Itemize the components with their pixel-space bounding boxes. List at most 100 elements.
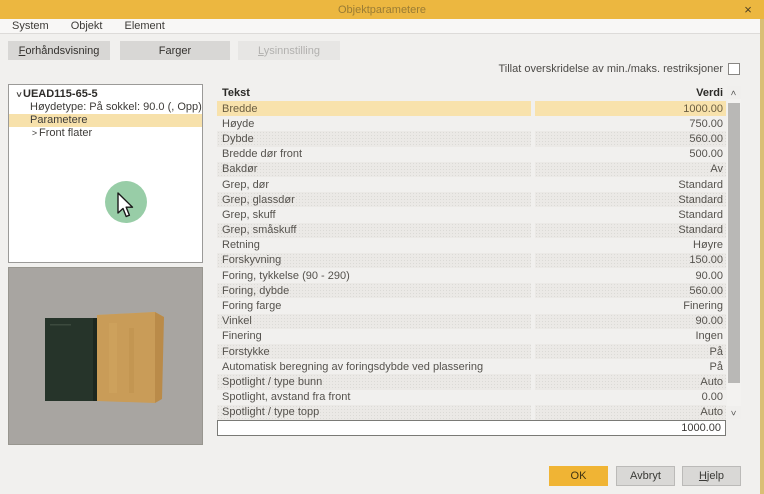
column-header-tekst: Tekst	[217, 87, 250, 99]
row-value-cell[interactable]: Auto	[535, 405, 726, 420]
row-value-cell[interactable]: Standard	[535, 192, 726, 207]
ok-button[interactable]: OK	[549, 466, 608, 486]
row-value-cell[interactable]: Ingen	[535, 329, 726, 344]
table-row[interactable]: Grep, glassdør Standard	[217, 192, 726, 207]
table-row[interactable]: Bredde dør front 500.00	[217, 147, 726, 162]
table-row[interactable]: Finering Ingen	[217, 329, 726, 344]
row-label-cell[interactable]: Grep, glassdør	[217, 192, 531, 207]
row-value-cell[interactable]: På	[535, 344, 726, 359]
table-row[interactable]: Høyde 750.00	[217, 116, 726, 131]
object-parameters-dialog: Objektparametere × System Objekt Element…	[0, 0, 764, 494]
row-value-cell[interactable]: 500.00	[535, 147, 726, 162]
chevron-down-icon[interactable]: >	[12, 90, 25, 99]
table-scrollbar[interactable]: > >	[727, 86, 741, 419]
row-value-cell[interactable]: Av	[535, 162, 726, 177]
row-label-cell[interactable]: Bredde dør front	[217, 147, 531, 162]
row-value-cell[interactable]: Høyre	[535, 238, 726, 253]
table-row[interactable]: Foring, tykkelse (90 - 290) 90.00	[217, 268, 726, 283]
override-restrictions-checkbox[interactable]	[728, 63, 740, 75]
column-header-verdi: Verdi	[696, 87, 726, 99]
row-label-cell[interactable]: Retning	[217, 238, 531, 253]
row-label-cell[interactable]: Finering	[217, 329, 531, 344]
help-button[interactable]: Hjelp	[682, 466, 741, 486]
tab-farger[interactable]: Farger	[120, 41, 230, 60]
table-row[interactable]: Bredde 1000.00	[217, 101, 726, 116]
row-label-cell[interactable]: Spotlight, avstand fra front	[217, 390, 531, 405]
object-tree-panel: > UEAD115-65-5 Høydetype: På sokkel: 90.…	[8, 84, 203, 263]
row-label-cell[interactable]: Automatisk beregning av foringsdybde ved…	[217, 359, 531, 374]
mouse-cursor-icon	[116, 192, 134, 219]
row-label-cell[interactable]: Forstykke	[217, 344, 531, 359]
cancel-button[interactable]: Avbryt	[616, 466, 675, 486]
table-row[interactable]: Dybde 560.00	[217, 131, 726, 146]
menu-item-objekt[interactable]: Objekt	[71, 20, 103, 32]
row-label-cell[interactable]: Grep, skuff	[217, 207, 531, 222]
menu-item-element[interactable]: Element	[124, 20, 164, 32]
chevron-up-icon: >	[729, 90, 739, 95]
row-value-cell[interactable]: Standard	[535, 223, 726, 238]
tree-item-hoydetype[interactable]: Høydetype: På sokkel: 90.0 (, Opp)	[9, 101, 202, 114]
window-title: Objektparametere	[338, 4, 426, 16]
tree-item-front-flater[interactable]: > Front flater	[9, 127, 202, 140]
preview-panel	[8, 267, 203, 445]
table-row[interactable]: Forskyvning 150.00	[217, 253, 726, 268]
table-row[interactable]: Forstykke På	[217, 344, 726, 359]
row-label-cell[interactable]: Grep, småskuff	[217, 223, 531, 238]
table-row[interactable]: Spotlight / type bunn Auto	[217, 374, 726, 389]
row-label-cell[interactable]: Bredde	[217, 101, 531, 116]
table-row[interactable]: Automatisk beregning av foringsdybde ved…	[217, 359, 726, 374]
row-value-cell[interactable]: 1000.00	[535, 101, 726, 116]
chevron-right-icon[interactable]: >	[30, 127, 39, 140]
tree-item-parametere[interactable]: Parametere	[9, 114, 202, 127]
row-value-cell[interactable]: Standard	[535, 207, 726, 222]
table-row[interactable]: Grep, dør Standard	[217, 177, 726, 192]
row-label-cell[interactable]: Høyde	[217, 116, 531, 131]
row-value-cell[interactable]: 150.00	[535, 253, 726, 268]
row-value-cell[interactable]: 90.00	[535, 268, 726, 283]
table-row[interactable]: Vinkel 90.00	[217, 314, 726, 329]
row-label-cell[interactable]: Bakdør	[217, 162, 531, 177]
row-label-cell[interactable]: Foring, tykkelse (90 - 290)	[217, 268, 531, 283]
window-titlebar: Objektparametere ×	[0, 0, 764, 19]
row-value-cell[interactable]: Auto	[535, 374, 726, 389]
row-value-cell[interactable]: 90.00	[535, 314, 726, 329]
row-value-cell[interactable]: 560.00	[535, 131, 726, 146]
row-value-cell[interactable]: 0.00	[535, 390, 726, 405]
table-row[interactable]: Spotlight / type topp Auto	[217, 405, 726, 420]
row-label-cell[interactable]: Foring farge	[217, 298, 531, 313]
row-value-cell[interactable]: På	[535, 359, 726, 374]
scrollbar-thumb[interactable]	[728, 103, 740, 383]
window-right-border	[760, 19, 764, 494]
table-row[interactable]: Bakdør Av	[217, 162, 726, 177]
menu-item-system[interactable]: System	[12, 20, 49, 32]
table-row[interactable]: Foring, dybde 560.00	[217, 283, 726, 298]
table-row[interactable]: Retning Høyre	[217, 238, 726, 253]
chevron-down-icon: >	[729, 410, 739, 415]
override-restrictions-row: Tillat overskridelse av min./maks. restr…	[498, 63, 740, 75]
table-row[interactable]: Foring farge Finering	[217, 298, 726, 313]
row-value-cell[interactable]: 750.00	[535, 116, 726, 131]
row-value-cell[interactable]: Standard	[535, 177, 726, 192]
row-label-cell[interactable]: Forskyvning	[217, 253, 531, 268]
row-label-cell[interactable]: Grep, dør	[217, 177, 531, 192]
scroll-up-button[interactable]: >	[727, 86, 741, 99]
row-value-cell[interactable]: Finering	[535, 298, 726, 313]
tab-lysinnstilling: Lysinnstilling	[238, 41, 340, 60]
table-row[interactable]: Spotlight, avstand fra front 0.00	[217, 390, 726, 405]
row-label-cell[interactable]: Vinkel	[217, 314, 531, 329]
row-label-cell[interactable]: Spotlight / type topp	[217, 405, 531, 420]
table-header: Tekst Verdi	[217, 84, 726, 101]
row-value-cell[interactable]: 560.00	[535, 283, 726, 298]
value-edit-input[interactable]	[217, 420, 726, 436]
tab-forhandsvisning[interactable]: Forhåndsvisning	[8, 41, 110, 60]
close-button[interactable]: ×	[740, 1, 756, 17]
parameter-table-body: Bredde 1000.00 Høyde 750.00 Dybde 560.00…	[217, 101, 726, 420]
tree-item-root[interactable]: > UEAD115-65-5	[9, 88, 202, 101]
table-row[interactable]: Grep, småskuff Standard	[217, 223, 726, 238]
scroll-down-button[interactable]: >	[727, 406, 741, 419]
table-row[interactable]: Grep, skuff Standard	[217, 207, 726, 222]
override-restrictions-label: Tillat overskridelse av min./maks. restr…	[498, 63, 723, 75]
row-label-cell[interactable]: Spotlight / type bunn	[217, 374, 531, 389]
row-label-cell[interactable]: Dybde	[217, 131, 531, 146]
row-label-cell[interactable]: Foring, dybde	[217, 283, 531, 298]
